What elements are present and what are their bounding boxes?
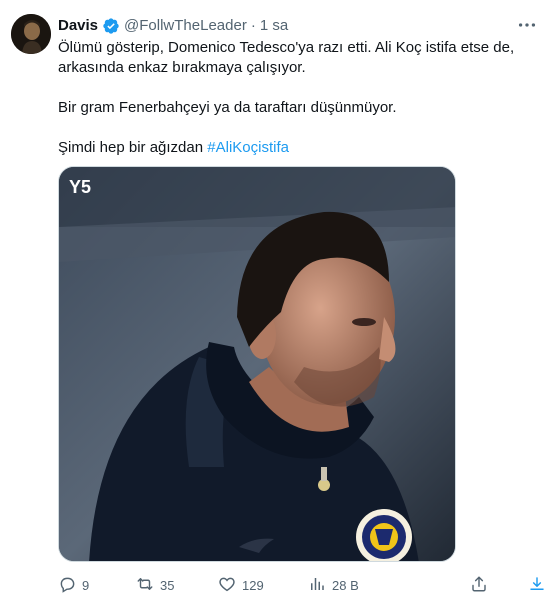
- tweet-actions-bar: 9 35 129 28 B: [58, 574, 548, 596]
- tweet-paragraph-1: Ölümü gösterip, Domenico Tedesco'ya razı…: [58, 39, 515, 76]
- views-count: 28 B: [332, 577, 359, 593]
- tweet-timestamp[interactable]: 1 sa: [260, 16, 288, 36]
- hashtag-link[interactable]: #AliKoçistifa: [207, 139, 289, 156]
- tweet-media-photo[interactable]: Y5: [58, 166, 456, 562]
- tweet-paragraph-3-text: Şimdi hep bir ağızdan: [58, 139, 208, 156]
- retweet-button[interactable]: 35: [136, 574, 174, 596]
- tweet-paragraph-2: Bir gram Fenerbahçeyi ya da taraftarı dü…: [58, 99, 397, 116]
- retweet-count: 35: [160, 577, 175, 593]
- retweet-icon: [136, 575, 154, 596]
- like-count: 129: [242, 577, 264, 593]
- avatar[interactable]: [11, 14, 51, 54]
- more-options-icon[interactable]: [516, 14, 538, 36]
- media-watermark: Y5: [69, 177, 91, 197]
- author-name[interactable]: Davis: [58, 16, 98, 36]
- verified-badge-icon: [102, 17, 120, 35]
- reply-button[interactable]: 9: [58, 574, 89, 596]
- share-button[interactable]: [470, 574, 488, 596]
- views-button[interactable]: 28 B: [308, 574, 359, 596]
- reply-count: 9: [82, 577, 90, 593]
- header-separator: ·: [250, 17, 256, 34]
- reply-icon: [58, 575, 76, 596]
- tweet-text: Ölümü gösterip, Domenico Tedesco'ya razı…: [58, 38, 528, 158]
- heart-icon: [218, 575, 236, 596]
- download-button[interactable]: [528, 574, 546, 596]
- download-icon: [528, 575, 546, 596]
- tweet-card[interactable]: Davis @FollwTheLeader · 1 sa Ölümü göste…: [0, 0, 550, 603]
- tweet-header: Davis @FollwTheLeader · 1 sa: [58, 16, 288, 36]
- like-button[interactable]: 129: [218, 574, 264, 596]
- views-chart-icon: [308, 575, 326, 596]
- tweet-paragraph-3: Şimdi hep bir ağızdan #AliKoçistifa: [58, 138, 528, 158]
- author-handle[interactable]: @FollwTheLeader: [124, 16, 247, 36]
- share-icon: [470, 575, 488, 596]
